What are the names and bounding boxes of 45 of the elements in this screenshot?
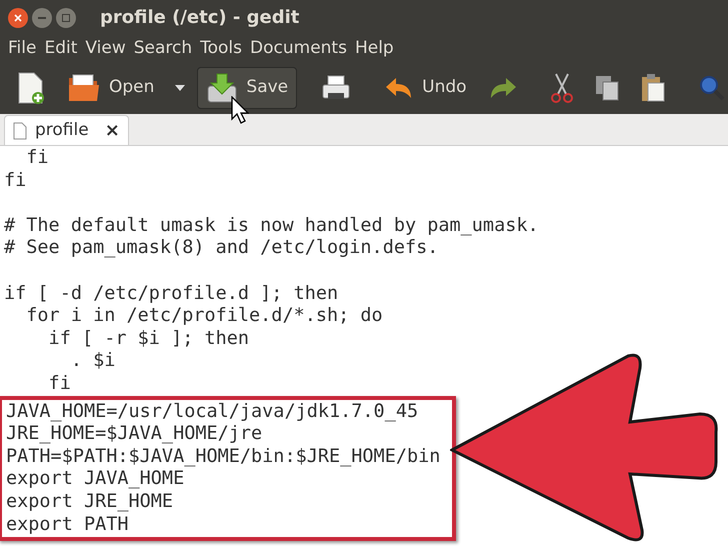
- menu-item[interactable]: View: [81, 36, 130, 62]
- code-line: fi: [48, 372, 71, 396]
- code-line: fi: [25, 147, 49, 170]
- scissors-icon[interactable]: [550, 72, 574, 104]
- menu-item[interactable]: File: [4, 36, 40, 62]
- menu-item[interactable]: Search: [130, 36, 196, 62]
- code-line: export PATH: [5, 514, 129, 536]
- document-tab[interactable]: profile ×: [4, 115, 129, 145]
- document-icon: [13, 122, 27, 140]
- maximize-icon: [62, 14, 70, 22]
- mouse-cursor-icon: [231, 96, 249, 124]
- tab-label: profile: [35, 118, 89, 142]
- code-line: export JRE_HOME: [5, 490, 174, 514]
- new-document-icon: [16, 71, 46, 105]
- code-line: export JAVA_HOME: [5, 468, 184, 491]
- tab-close-button[interactable]: ×: [104, 117, 120, 144]
- copy-icon[interactable]: [594, 74, 620, 102]
- menu-item[interactable]: Help: [350, 36, 398, 62]
- code-line: . $i: [70, 350, 116, 373]
- code-line: # See pam_umask(8) and /etc/login.defs.: [3, 237, 438, 260]
- caret-icon[interactable]: [175, 85, 186, 91]
- code-line: # The default umask is now handled by pam_umask.: [3, 214, 539, 238]
- maximize-window-button[interactable]: [56, 8, 76, 28]
- code-line: PATH=$PATH:$JAVA_HOME/bin:$JRE_HOME/bin: [5, 446, 440, 468]
- code-line: if [ -d /etc/profile.d ]; then: [3, 282, 338, 306]
- save-button[interactable]: Save: [197, 67, 298, 109]
- window-title: profile (/etc) - gedit: [100, 6, 300, 30]
- folder-icon: [67, 72, 101, 104]
- menu-item[interactable]: Edit: [40, 36, 82, 62]
- close-window-button[interactable]: [8, 8, 28, 28]
- code-line: if [ -r $i ]; then: [48, 328, 250, 350]
- search-icon[interactable]: [698, 74, 726, 102]
- save-icon: [206, 72, 238, 104]
- code-line: fi: [3, 170, 26, 192]
- clipboard-icon[interactable]: [640, 73, 666, 103]
- close-icon: [14, 14, 22, 22]
- undo-button[interactable]: Undo: [375, 70, 476, 106]
- minimize-icon: [38, 16, 46, 18]
- code-line: for i in /etc/profile.d/*.sh; do: [25, 305, 383, 328]
- menu-item[interactable]: Documents: [246, 36, 351, 62]
- printer-icon: [321, 74, 352, 102]
- code-line: JAVA_HOME=/usr/local/java/jdk1.7.0_45: [5, 400, 418, 424]
- open-button[interactable]: Open: [58, 67, 164, 109]
- code-line: JRE_HOME=$JAVA_HOME/jre: [5, 423, 262, 446]
- menu-item[interactable]: Tools: [196, 36, 246, 62]
